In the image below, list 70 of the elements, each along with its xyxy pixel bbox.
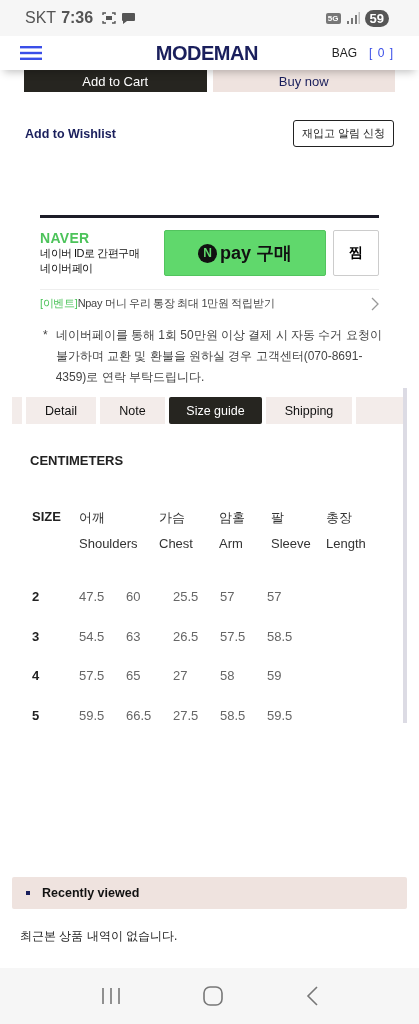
bag-link[interactable]: BAG — [331, 46, 357, 60]
event-banner-text[interactable]: [이벤트]Npay 머니 우리 통장 최대 1만원 적립받기 — [40, 296, 275, 311]
restock-alert-button[interactable]: 재입고 알림 신청 — [292, 120, 394, 147]
table-cell-text: 59 — [267, 668, 283, 684]
cart-button[interactable]: Add to Cart — [24, 70, 207, 92]
column-header: Length — [326, 536, 366, 551]
column-header: Shoulders — [79, 536, 139, 551]
naver-tagline: 네이버 ID로 간편구매 — [40, 246, 141, 261]
size-cell-text: 3 — [32, 628, 41, 644]
table-cell-text: 26.5 — [173, 628, 200, 644]
column-header: Chest — [159, 536, 194, 551]
table-cell-text: 60 — [126, 589, 142, 605]
column-header: 총장 — [326, 509, 353, 527]
menu-icon[interactable] — [20, 46, 42, 60]
bag-count: [ 0 ] — [369, 46, 394, 60]
tab[interactable]: Note — [100, 397, 165, 424]
signal-icon — [345, 12, 360, 24]
tab[interactable]: Size guide — [169, 397, 262, 424]
table-cell-text: 57 — [220, 589, 236, 605]
column-header: Arm — [219, 536, 244, 551]
notice-text: 네이버페이를 통해 1회 50만원 이상 결제 시 자동 수거 요청이 불가하며 교환 및 환불을 원하실 경우 고객센터(070-8691-4359)로 연락 부탁드립니다. — [55, 327, 383, 386]
table-cell-text: 27.5 — [173, 707, 200, 723]
screenshot-icon — [102, 12, 117, 24]
size-cell-text: 5 — [32, 707, 41, 723]
table-cell-text: 58.5 — [267, 628, 294, 644]
bullet-icon — [26, 891, 30, 895]
tab[interactable]: Detail — [26, 397, 96, 424]
wishlist-link[interactable]: Add to Wishlist — [25, 126, 116, 141]
size-cell-text: 2 — [32, 589, 41, 605]
back-icon[interactable] — [305, 986, 318, 1006]
site-logo[interactable]: MODEMAN — [82, 41, 332, 65]
npay-buy-button[interactable]: N pay 구매 — [164, 230, 326, 276]
empty-message: 최근본 상품 내역이 없습니다. — [19, 928, 179, 945]
table-cell-text: 65 — [126, 668, 142, 684]
clock: 7:36 — [61, 9, 94, 27]
notice-mark: * — [43, 327, 48, 344]
table-cell-text: 57.5 — [79, 668, 106, 684]
column-header: 팔 — [271, 509, 285, 527]
unit-title: CENTIMETERS — [30, 453, 125, 468]
naver-pay-label: 네이버페이 — [40, 261, 94, 276]
table-cell-text: 54.5 — [79, 628, 106, 644]
table-cell-text: 66.5 — [126, 707, 153, 723]
section-title: Recently viewed — [42, 886, 140, 900]
battery-level: 59 — [364, 9, 389, 27]
naver-brand: NAVER — [40, 230, 91, 246]
carrier-name: SKT — [25, 9, 57, 27]
table-cell-text: 58.5 — [220, 707, 247, 723]
table-cell-text: 58 — [220, 668, 236, 684]
chat-bubble-icon — [121, 12, 137, 24]
column-header: Sleeve — [271, 536, 312, 551]
tab[interactable]: Shipping — [266, 397, 352, 424]
table-cell-text: 57 — [267, 589, 283, 605]
network-label: 5G — [325, 12, 341, 24]
column-header: 어깨 — [79, 509, 106, 527]
table-cell-text: 25.5 — [173, 589, 200, 605]
column-header: SIZE — [32, 509, 62, 526]
table-cell-text: 59.5 — [79, 707, 106, 723]
home-icon[interactable] — [203, 986, 224, 1006]
table-cell-text: 63 — [126, 628, 142, 644]
size-cell-text: 4 — [32, 668, 41, 684]
chevron-right-icon[interactable] — [371, 296, 379, 311]
table-cell-text: 27 — [173, 668, 189, 684]
cart-button[interactable]: Buy now — [212, 70, 395, 92]
table-cell-text: 59.5 — [267, 707, 294, 723]
wish-button[interactable]: 찜 — [333, 230, 379, 276]
recent-apps-icon[interactable] — [101, 987, 122, 1005]
table-cell-text: 47.5 — [79, 589, 106, 605]
column-header: 암홀 — [219, 509, 246, 527]
table-cell-text: 57.5 — [220, 628, 247, 644]
column-header: 가슴 — [159, 509, 186, 527]
